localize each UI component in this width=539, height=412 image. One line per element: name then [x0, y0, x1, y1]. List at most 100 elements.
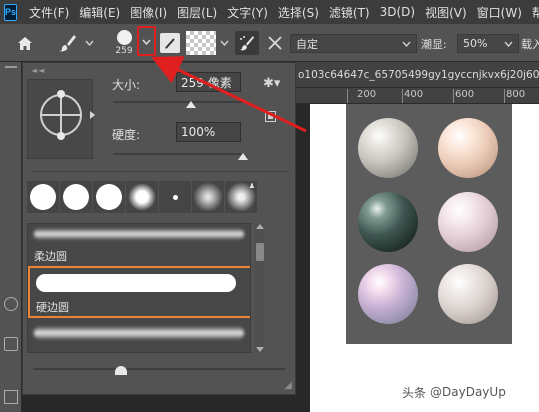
flow-label: 潮显: — [421, 37, 447, 51]
home-icon[interactable] — [14, 32, 36, 54]
resize-grip-icon[interactable]: ◢ — [284, 380, 292, 391]
brush-tip-dot — [193, 182, 223, 212]
ruler-tick — [402, 89, 403, 103]
angle-brush-icon[interactable] — [265, 32, 285, 54]
brush-tip-soft[interactable]: ♟ — [225, 181, 257, 213]
recent-brush-tips: ♟ — [27, 181, 291, 217]
document-tab[interactable]: o103c64647c_65705499gy1gyccnjkvx6j20j60r… — [296, 62, 539, 88]
menu-filter[interactable]: 滤镜(T) — [329, 4, 370, 21]
gear-icon[interactable]: ✱▾ — [263, 76, 283, 92]
panel-grip-icon[interactable]: ◄◄ — [31, 66, 45, 75]
mode-select[interactable]: 自定 — [290, 34, 417, 53]
options-bar: 259 自定 潮显: 50% 载入 — [0, 24, 539, 62]
chevron-down-icon — [402, 41, 411, 47]
menu-bar: Ps 文件(F) 编辑(E) 图像(I) 图层(L) 文字(Y) 选择(S) 滤… — [0, 0, 539, 24]
tool-icon[interactable] — [4, 390, 18, 404]
angle-axis-vertical — [60, 94, 62, 136]
preview-size-slider-track[interactable] — [33, 368, 285, 370]
menu-help[interactable]: 帮 — [532, 4, 539, 21]
preset-list-scrollbar[interactable] — [255, 223, 265, 353]
size-slider-track[interactable] — [113, 101, 243, 103]
pearl-lavender — [358, 264, 418, 324]
preset-row[interactable] — [28, 322, 250, 346]
transparency-pattern-swatch[interactable] — [186, 31, 216, 55]
ruler-tick — [453, 89, 454, 103]
brush-angle-preview[interactable] — [27, 79, 95, 159]
brush-tip-small[interactable] — [159, 181, 191, 213]
menu-window[interactable]: 窗口(W) — [477, 4, 522, 21]
brush-preset-size: 259 — [115, 46, 133, 56]
ruler-tick — [504, 89, 505, 103]
preset-name: 硬边圆 — [36, 301, 69, 314]
load-label[interactable]: 载入 — [521, 34, 539, 53]
canvas-background — [310, 104, 346, 412]
menu-image[interactable]: 图像(I) — [130, 4, 167, 21]
scroll-up-icon[interactable] — [256, 224, 264, 229]
hardness-label: 硬度: — [112, 128, 141, 142]
brush-tip-soft[interactable] — [126, 181, 158, 213]
pearl-dark-green — [358, 192, 418, 252]
chevron-down-icon — [504, 41, 513, 47]
hardness-slider-track[interactable] — [113, 153, 243, 155]
horizontal-ruler: 200 400 600 800 — [296, 88, 539, 104]
menu-select[interactable]: 选择(S) — [278, 4, 319, 21]
menu-file[interactable]: 文件(F) — [29, 4, 69, 21]
tool-icon[interactable] — [4, 297, 18, 311]
brush-tip-dot — [128, 183, 156, 211]
menu-layer[interactable]: 图层(L) — [177, 4, 217, 21]
brush-preset-list: 柔边圆 硬边圆 — [27, 223, 251, 353]
brush-tip-dot — [30, 184, 56, 210]
watermark-handle: @DayDayUp — [430, 385, 506, 399]
roundness-handle-bottom[interactable] — [57, 132, 65, 140]
brush-tip-hard-large[interactable] — [93, 181, 125, 213]
menu-view[interactable]: 视图(V) — [425, 4, 467, 21]
scroll-thumb[interactable] — [256, 243, 264, 261]
hardness-input[interactable]: 100% — [176, 122, 241, 142]
watermark: 头条 @DayDayUp — [402, 381, 506, 403]
airbrush-icon[interactable] — [235, 31, 259, 55]
brush-tip-hard-large[interactable] — [27, 181, 59, 213]
brush-tip-dot — [172, 194, 178, 200]
tools-panel-grip — [5, 66, 17, 68]
hardness-slider-thumb[interactable] — [238, 153, 248, 160]
brush-settings-panel-toggle-icon[interactable] — [160, 33, 180, 53]
size-input[interactable]: 259 像素 — [176, 72, 241, 92]
canvas-background — [512, 104, 539, 412]
brush-tip-hard-large[interactable] — [60, 181, 92, 213]
divider — [31, 171, 289, 172]
size-slider-thumb[interactable] — [186, 101, 196, 108]
mode-select-value: 自定 — [296, 37, 318, 51]
pearl-silver — [438, 264, 498, 324]
roundness-handle-top[interactable] — [57, 90, 65, 98]
chevron-down-icon[interactable] — [218, 36, 230, 50]
watermark-source: 头条 — [402, 385, 427, 400]
menu-type[interactable]: 文字(Y) — [227, 4, 268, 21]
new-preset-icon[interactable] — [265, 111, 276, 122]
annotation-highlight-box — [137, 26, 156, 56]
tool-preset-chevron-icon[interactable] — [82, 36, 96, 50]
flow-value: 50% — [463, 37, 488, 50]
pearl-pink — [438, 192, 498, 252]
brush-preset-swatch[interactable]: 259 — [111, 28, 137, 58]
tool-icon[interactable] — [4, 337, 18, 351]
flow-input[interactable]: 50% — [457, 34, 519, 53]
brush-tip-dot — [63, 184, 89, 210]
menu-3d[interactable]: 3D(D) — [380, 5, 415, 19]
brush-tip-soft[interactable] — [192, 181, 224, 213]
ruler-label: 600 — [455, 89, 475, 100]
pearl-white — [358, 118, 418, 178]
tip-badge-icon: ♟ — [248, 182, 255, 190]
preset-row[interactable] — [28, 226, 250, 246]
pearl-peach — [438, 118, 498, 178]
preview-size-slider-thumb[interactable] — [115, 366, 128, 375]
preset-row[interactable]: 柔边圆 — [28, 246, 250, 264]
angle-arrow-icon — [90, 111, 95, 119]
menu-edit[interactable]: 编辑(E) — [79, 4, 120, 21]
photoshop-logo: Ps — [4, 3, 18, 21]
ruler-tick — [347, 89, 348, 103]
stroke-preview — [34, 228, 244, 240]
document-title: o103c64647c_65705499gy1gyccnjkvx6j20j60r… — [298, 68, 539, 81]
preset-row-selected[interactable]: 硬边圆 — [28, 266, 250, 318]
scroll-down-icon[interactable] — [256, 347, 264, 352]
brush-tool-icon[interactable] — [56, 32, 78, 54]
